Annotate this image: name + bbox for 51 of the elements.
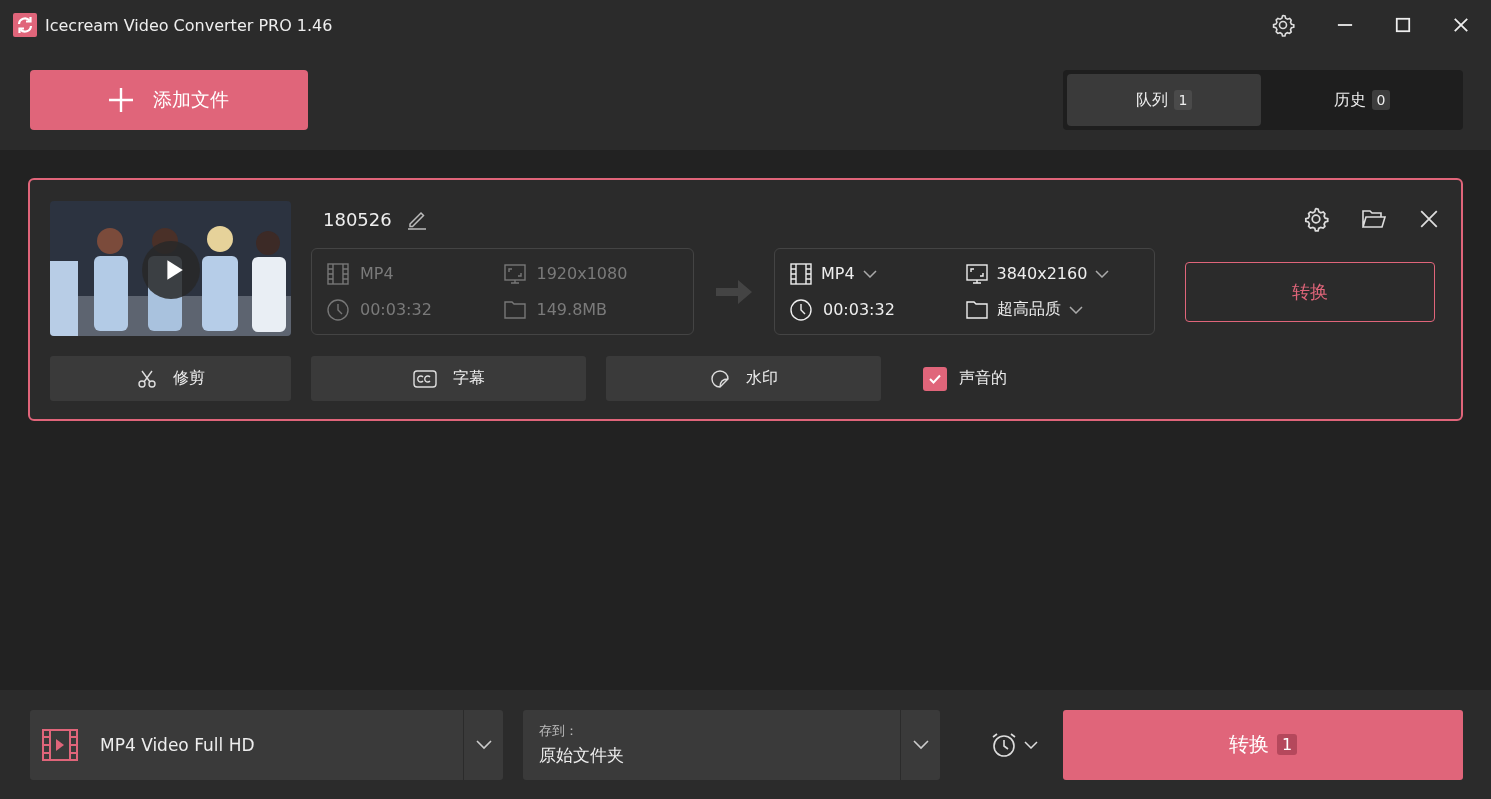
schedule-button[interactable] (990, 730, 1038, 759)
source-format: MP4 (360, 264, 394, 283)
chevron-down-icon (1068, 305, 1083, 314)
tab[interactable]: 历史 0 (1265, 74, 1459, 126)
convert-all-button[interactable]: 转换 1 (1063, 709, 1463, 780)
save-to-selector[interactable]: 存到： 原始文件夹 (523, 709, 940, 780)
film-icon (789, 261, 813, 286)
source-resolution: 1920x1080 (536, 264, 628, 283)
format-dropdown[interactable]: MP4 (789, 261, 965, 286)
count-badge: 1 (1173, 90, 1193, 110)
file-name: 180526 (323, 208, 392, 230)
action-button[interactable]: 字幕 (311, 356, 586, 401)
save-to-folder: 原始文件夹 (539, 744, 625, 767)
preset-name: MP4 Video Full HD (100, 734, 256, 755)
chevron-down-icon (1095, 269, 1110, 278)
clock-icon (789, 297, 813, 322)
resolution-dropdown[interactable]: 3840x2160 (964, 261, 1140, 286)
preset-selector[interactable]: MP4 Video Full HD (30, 709, 503, 780)
settings-icon[interactable] (1303, 206, 1329, 232)
action-button[interactable]: 修剪 (50, 356, 291, 401)
app-logo-icon (13, 13, 37, 37)
action-button[interactable]: 水印 (606, 356, 881, 401)
sticker-icon (709, 368, 730, 389)
clock-icon (326, 297, 350, 322)
quality-dropdown[interactable]: 超高品质 (964, 297, 1140, 322)
maximize-icon[interactable] (1395, 17, 1411, 33)
convert-button[interactable]: 转换 (1185, 261, 1435, 322)
tab[interactable]: 队列 1 (1067, 74, 1261, 126)
count-badge: 0 (1371, 90, 1391, 110)
save-to-label: 存到： (539, 722, 579, 740)
chevron-down-icon (862, 269, 877, 278)
source-size: 149.8MB (536, 300, 608, 319)
plus-icon (109, 88, 133, 112)
audio-label: 声音的 (959, 368, 1007, 389)
monitor-icon (502, 261, 527, 286)
source-duration: 00:03:32 (360, 300, 432, 319)
chevron-down-icon[interactable] (475, 739, 492, 750)
monitor-icon (964, 261, 989, 286)
alarm-clock-icon (990, 730, 1018, 759)
target-duration: 00:03:32 (823, 300, 895, 319)
window-title: Icecream Video Converter PRO 1.46 (45, 15, 333, 35)
scissors-icon (136, 368, 157, 389)
close-icon[interactable] (1453, 17, 1469, 33)
chevron-down-icon[interactable] (912, 739, 929, 750)
audio-checkbox[interactable] (923, 366, 947, 391)
settings-icon[interactable] (1271, 13, 1295, 37)
chevron-down-icon (1024, 740, 1038, 749)
count-badge: 1 (1276, 734, 1298, 755)
video-file-icon (42, 728, 78, 761)
close-icon[interactable] (1419, 209, 1439, 229)
film-icon (326, 261, 350, 286)
